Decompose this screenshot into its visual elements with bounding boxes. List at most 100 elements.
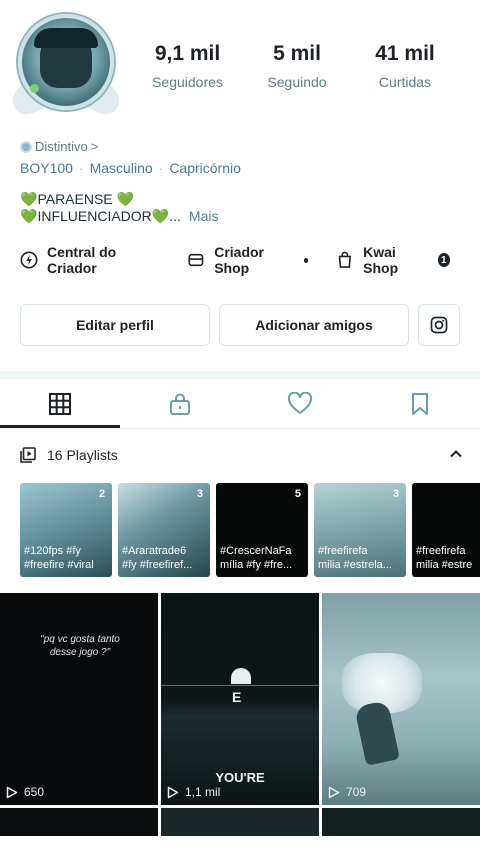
kwai-shop-label: Kwai Shop	[363, 244, 399, 276]
chevron-up-icon[interactable]	[448, 446, 464, 462]
zodiac: Capricórnio	[169, 160, 241, 176]
kwai-shop-link[interactable]: Kwai Shop 1	[336, 244, 450, 276]
creator-center-label: Central do Criador	[46, 244, 117, 276]
online-status-dot	[30, 84, 39, 93]
playlist-tags-line: mília #fy #fre...	[220, 559, 293, 571]
badge-link[interactable]: Distintivo >	[20, 139, 98, 154]
view-count-value: 650	[24, 785, 45, 799]
tab-videos[interactable]	[46, 391, 74, 417]
heart-emoji: 💚	[116, 191, 134, 207]
separator-dot: ·	[158, 160, 164, 176]
view-count-value: 1,1 mil	[185, 785, 221, 799]
playlist-card[interactable]: 2 #120fps #fy #freefire #viral	[20, 483, 112, 577]
profile-info: BOY100 · Masculino · Capricórnio	[20, 160, 241, 176]
stat-followers[interactable]: 9,1 mil Seguidores	[140, 42, 235, 90]
video-thumbnail[interactable]: 709	[322, 593, 480, 805]
heart-emoji: 💚	[151, 208, 170, 224]
gender: Masculino	[89, 160, 153, 176]
heart-emoji: 💚	[20, 208, 38, 224]
edit-profile-button[interactable]: Editar perfil	[20, 304, 210, 346]
grid-icon	[49, 393, 71, 415]
view-count: 1,1 mil	[167, 785, 220, 799]
tab-liked[interactable]	[286, 391, 314, 417]
tab-saved[interactable]	[406, 391, 434, 417]
badge-icon	[20, 140, 32, 153]
stat-following[interactable]: 5 mil Seguindo	[252, 42, 342, 90]
avatar[interactable]	[7, 12, 125, 120]
playlist-video-count: 2	[98, 488, 105, 500]
video-thumbnail[interactable]: E YOU'RE 1,1 mil	[161, 593, 319, 805]
moon-shape	[231, 668, 251, 684]
bio-ellipsis: ...	[169, 208, 181, 224]
bottom-nav-bar	[0, 836, 480, 852]
playlist-tags: #freefirefa milia #estre	[416, 544, 480, 572]
playlist-tags-line: #fy #freefiref...	[122, 559, 193, 571]
creator-shop-label: Criador Shop	[214, 244, 264, 276]
add-friends-button[interactable]: Adicionar amigos	[219, 304, 409, 346]
playlists-header[interactable]: 16 Playlists	[20, 444, 464, 466]
store-icon	[188, 253, 204, 267]
playlist-tags-line: #CrescerNaFa	[220, 545, 292, 557]
view-count-value: 709	[346, 785, 367, 799]
playlist-tags-line: #freefirefa	[318, 545, 368, 557]
playlist-card[interactable]: 3 #Araratrade6 #fy #freefiref...	[118, 483, 210, 577]
following-count: 5 mil	[273, 42, 321, 65]
playlist-tags-line: milia #estrela...	[318, 559, 392, 571]
view-count: 650	[6, 785, 44, 799]
bio-line-2: 💚INFLUENCIADOR💚... Mais	[20, 208, 218, 225]
lightning-circle-icon	[20, 251, 38, 269]
heart-emoji: 💚	[20, 191, 38, 207]
chevron-right-icon: >	[90, 139, 99, 154]
bio-more-link[interactable]: Mais	[189, 208, 219, 224]
creator-shop-link[interactable]: Criador Shop	[187, 244, 309, 276]
content-tabs	[0, 379, 480, 429]
bookmark-icon	[412, 393, 428, 415]
kwai-shop-count-badge: 1	[437, 253, 450, 267]
video-grid: "pq vc gosta tanto desse jogo ?" 650 E Y…	[0, 593, 480, 852]
bio-text-1: PARAENSE	[37, 191, 113, 207]
playlist-card[interactable]: 3 #freefirefa milia #estrela...	[314, 483, 406, 577]
bio: 💚PARAENSE 💚 💚INFLUENCIADOR💚... Mais	[20, 191, 218, 225]
view-count: 709	[328, 785, 366, 799]
bio-line-1: 💚PARAENSE 💚	[20, 191, 218, 208]
instagram-button[interactable]	[418, 304, 460, 346]
playlist-tags: #freefirefa milia #estrela...	[318, 544, 404, 572]
playlist-video-count: 3	[392, 488, 399, 500]
profile-header: 9,1 mil Seguidores 5 mil Seguindo 41 mil…	[0, 0, 480, 135]
creator-center-link[interactable]: Central do Criador	[20, 244, 157, 276]
playlists-carousel[interactable]: 2 #120fps #fy #freefire #viral 3 #Araratr…	[20, 483, 480, 577]
playlist-video-count: 5	[294, 488, 301, 500]
video-overlay-text-top: E	[232, 689, 242, 705]
playlist-card[interactable]: #freefirefa milia #estre	[412, 483, 480, 577]
section-divider	[0, 371, 480, 379]
heart-icon	[287, 392, 313, 414]
shopping-bag-icon	[339, 251, 352, 268]
play-icon	[6, 786, 18, 798]
followers-count: 9,1 mil	[154, 42, 221, 65]
creator-links: Central do Criador Criador Shop Kwai Sho…	[20, 244, 480, 276]
playlist-tags: #Araratrade6 #fy #freefiref...	[122, 544, 208, 572]
horizon-line	[161, 685, 319, 686]
badge-label: Distintivo	[35, 139, 88, 154]
video-overlay-text-bottom: YOU'RE	[215, 770, 265, 785]
playlist-tags: #CrescerNaFa mília #fy #fre...	[220, 544, 306, 572]
likes-label: Curtidas	[378, 74, 432, 90]
playlist-icon	[20, 447, 36, 463]
play-icon	[328, 786, 340, 798]
lock-icon	[170, 393, 190, 415]
playlist-tags-line: milia #estre	[416, 559, 473, 571]
playlists-count-label: 16 Playlists	[47, 447, 118, 463]
stat-likes[interactable]: 41 mil Curtidas	[360, 42, 450, 90]
tab-private[interactable]	[166, 391, 194, 417]
bio-text-2: INFLUENCIADOR	[37, 208, 152, 224]
playlist-tags-line: #120fps #fy	[24, 545, 81, 557]
video-thumbnail[interactable]: "pq vc gosta tanto desse jogo ?" 650	[0, 593, 158, 805]
notification-dot	[303, 257, 309, 263]
playlist-tags: #120fps #fy #freefire #viral	[24, 544, 110, 572]
play-icon	[167, 786, 179, 798]
playlist-video-count: 3	[196, 488, 203, 500]
active-tab-indicator	[0, 425, 120, 428]
playlist-tags-line: #Araratrade6	[122, 545, 187, 557]
playlist-tags-line: #freefire #viral	[24, 559, 94, 571]
playlist-card[interactable]: 5 #CrescerNaFa mília #fy #fre...	[216, 483, 308, 577]
